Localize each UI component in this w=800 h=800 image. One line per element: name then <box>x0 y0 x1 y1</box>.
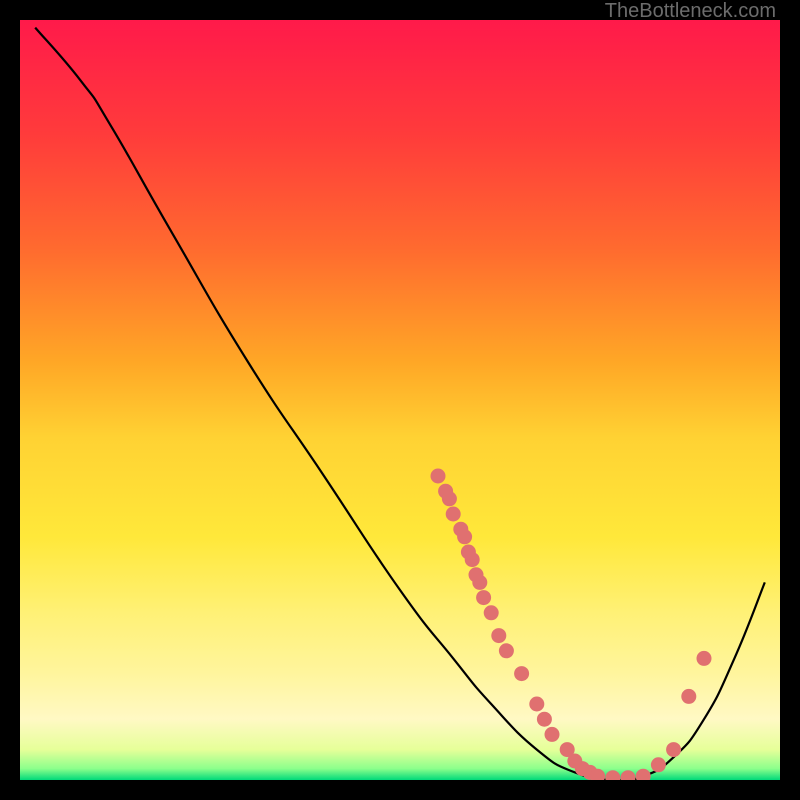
data-point <box>476 590 491 605</box>
data-point <box>431 469 446 484</box>
chart-area <box>20 20 780 780</box>
data-point <box>442 491 457 506</box>
data-point <box>651 757 666 772</box>
data-point <box>636 769 651 780</box>
data-point <box>514 666 529 681</box>
data-point <box>697 651 712 666</box>
data-point <box>499 643 514 658</box>
watermark-text: TheBottleneck.com <box>605 0 776 23</box>
data-point <box>457 529 472 544</box>
data-point <box>529 697 544 712</box>
data-point <box>545 727 560 742</box>
data-point <box>484 605 499 620</box>
data-point <box>491 628 506 643</box>
data-point <box>605 770 620 780</box>
data-point <box>537 712 552 727</box>
bottleneck-curve <box>35 28 765 780</box>
chart-svg <box>20 20 780 780</box>
data-point <box>465 552 480 567</box>
scatter-points <box>431 469 712 781</box>
data-point <box>472 575 487 590</box>
data-point <box>446 507 461 522</box>
data-point <box>681 689 696 704</box>
data-point <box>666 742 681 757</box>
data-point <box>621 770 636 780</box>
